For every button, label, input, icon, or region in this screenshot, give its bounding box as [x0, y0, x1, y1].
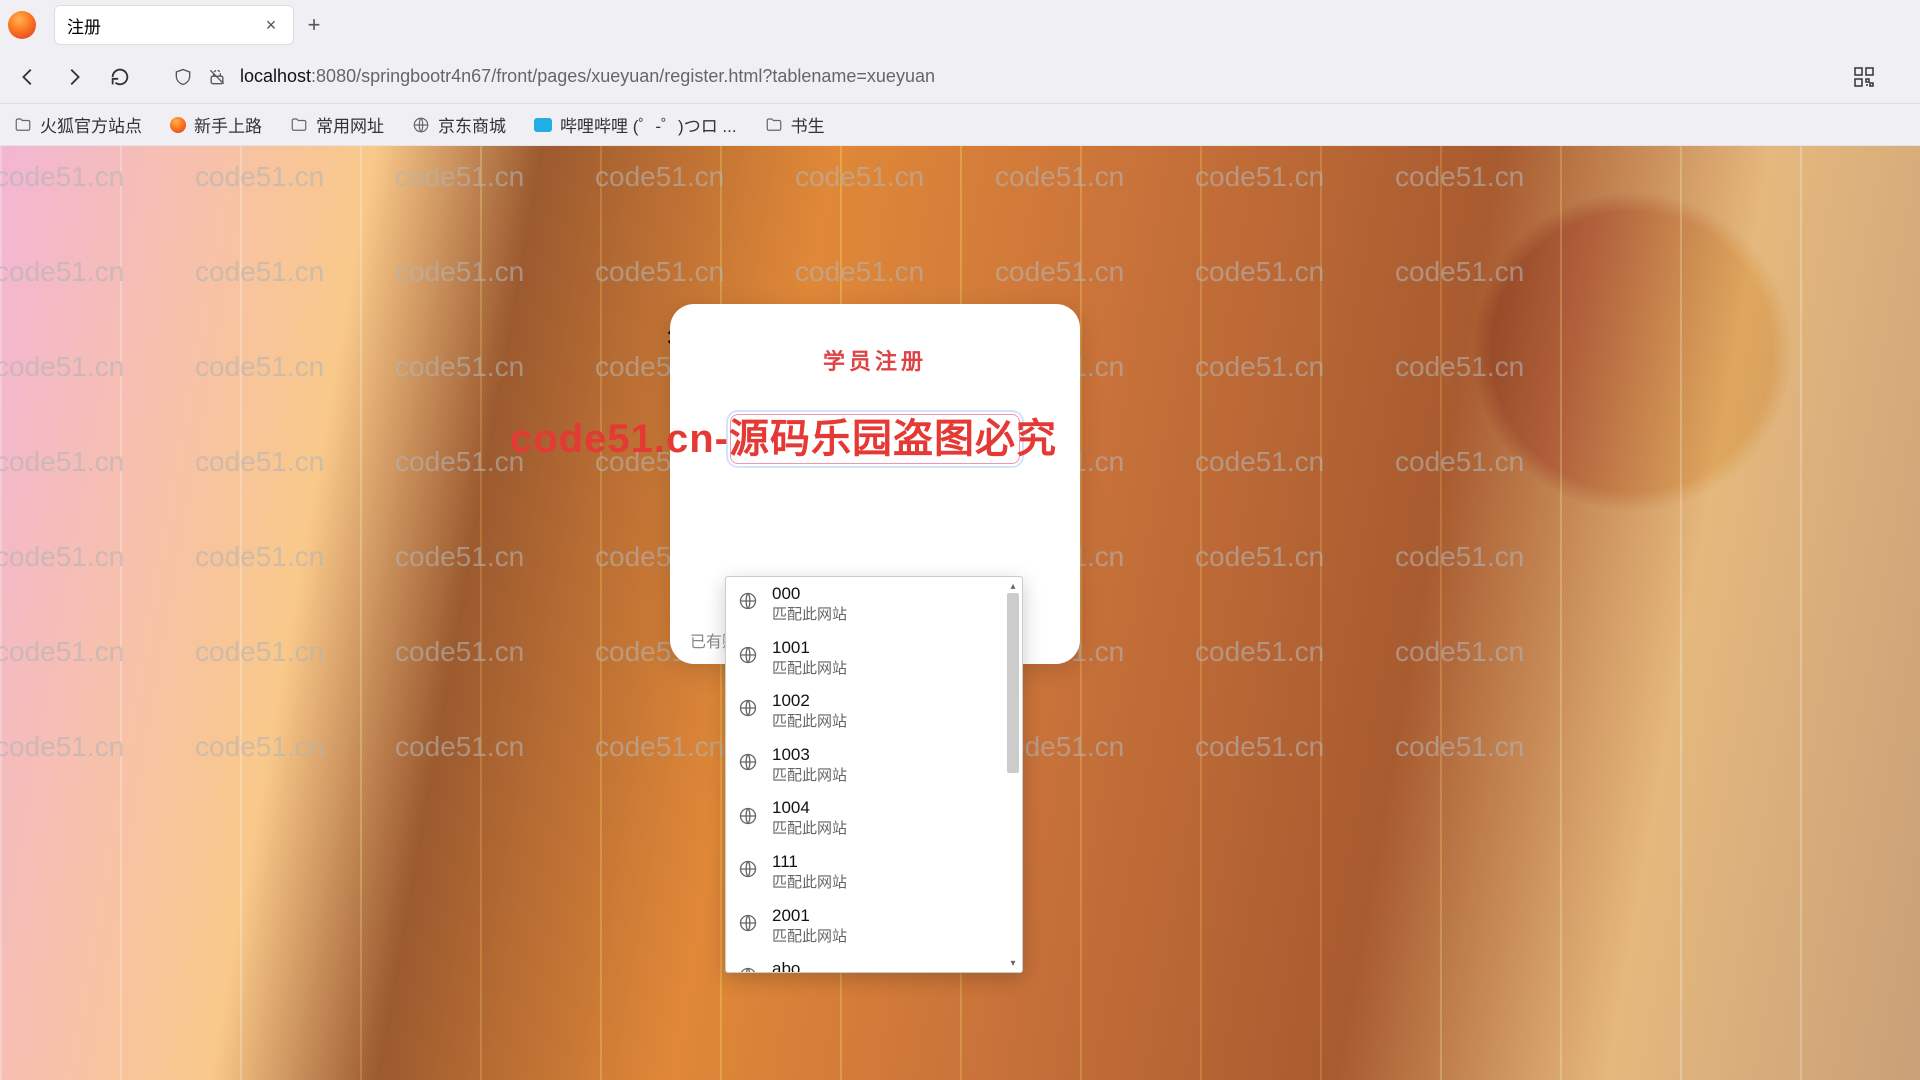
autocomplete-value: 1001 [772, 637, 847, 659]
autocomplete-list: 000匹配此网站1001匹配此网站1002匹配此网站1003匹配此网站1004匹… [726, 577, 1022, 972]
shield-icon[interactable] [172, 66, 194, 88]
browser-tab[interactable]: 注册 × [54, 5, 294, 45]
autocomplete-match-label: 匹配此网站 [772, 927, 847, 947]
new-tab-button[interactable]: + [302, 13, 326, 37]
autocomplete-match-label: 匹配此网站 [772, 766, 847, 786]
bookmark-item[interactable]: 常用网址 [290, 112, 384, 137]
autocomplete-item[interactable]: 1003匹配此网站 [726, 738, 1022, 792]
lock-icon[interactable] [206, 66, 228, 88]
autocomplete-value: 000 [772, 583, 847, 605]
url-text: localhost:8080/springbootr4n67/front/pag… [240, 66, 935, 87]
autocomplete-item[interactable]: 2001匹配此网站 [726, 899, 1022, 953]
globe-icon [738, 752, 758, 777]
close-icon[interactable]: × [261, 15, 281, 35]
autocomplete-item[interactable]: abo匹配此网站 [726, 952, 1022, 972]
page-viewport: code51.cncode51.cncode51.cncode51.cncode… [0, 146, 1920, 1080]
folder-icon [765, 116, 783, 134]
bookmark-item[interactable]: 哔哩哔哩 (゜-゜)つロ ... [534, 112, 737, 137]
autocomplete-value: 2001 [772, 905, 847, 927]
bookmark-label: 京东商城 [438, 112, 506, 137]
bookmark-label: 新手上路 [194, 112, 262, 137]
autocomplete-value: 1004 [772, 797, 847, 819]
username-input[interactable] [730, 414, 1020, 464]
scrollbar[interactable]: ▴ ▾ [1006, 579, 1020, 970]
address-bar[interactable]: localhost:8080/springbootr4n67/front/pag… [152, 65, 1906, 89]
reload-button[interactable] [106, 63, 134, 91]
autocomplete-value: 1002 [772, 690, 847, 712]
globe-icon [738, 966, 758, 972]
globe-icon [738, 913, 758, 938]
scroll-down-icon[interactable]: ▾ [1006, 956, 1020, 970]
firefox-icon [170, 117, 186, 133]
autocomplete-item[interactable]: 1002匹配此网站 [726, 684, 1022, 738]
forward-button[interactable] [60, 63, 88, 91]
back-button[interactable] [14, 63, 42, 91]
globe-icon [738, 806, 758, 831]
folder-icon [14, 116, 32, 134]
bilibili-icon [534, 118, 552, 132]
qr-icon[interactable] [1852, 65, 1876, 89]
bookmark-item[interactable]: 京东商城 [412, 112, 506, 137]
globe-icon [738, 645, 758, 670]
bookmarks-bar: 火狐官方站点 新手上路 常用网址 京东商城 哔哩哔哩 (゜-゜)つロ ... 书生 [0, 104, 1920, 146]
bookmark-label: 哔哩哔哩 (゜-゜)つロ ... [560, 112, 737, 137]
bookmark-item[interactable]: 书生 [765, 112, 825, 137]
bookmark-label: 书生 [791, 112, 825, 137]
autocomplete-match-label: 匹配此网站 [772, 819, 847, 839]
card-title: 学员注册 [700, 344, 1050, 376]
folder-icon [290, 116, 308, 134]
autocomplete-value: 111 [772, 851, 847, 873]
scrollbar-thumb[interactable] [1007, 593, 1019, 773]
globe-icon [738, 698, 758, 723]
globe-icon [412, 116, 430, 134]
bookmark-item[interactable]: 火狐官方站点 [14, 112, 142, 137]
autocomplete-value: abo [772, 958, 847, 972]
autocomplete-match-label: 匹配此网站 [772, 659, 847, 679]
firefox-logo-icon [8, 11, 36, 39]
tab-title: 注册 [67, 13, 101, 38]
autocomplete-item[interactable]: 111匹配此网站 [726, 845, 1022, 899]
bookmark-label: 火狐官方站点 [40, 112, 142, 137]
autocomplete-item[interactable]: 000匹配此网站 [726, 577, 1022, 631]
autocomplete-item[interactable]: 1001匹配此网站 [726, 631, 1022, 685]
autocomplete-match-label: 匹配此网站 [772, 873, 847, 893]
autocomplete-dropdown: 000匹配此网站1001匹配此网站1002匹配此网站1003匹配此网站1004匹… [725, 576, 1023, 973]
autocomplete-value: 1003 [772, 744, 847, 766]
nav-bar: localhost:8080/springbootr4n67/front/pag… [0, 50, 1920, 104]
autocomplete-item[interactable]: 1004匹配此网站 [726, 791, 1022, 845]
bookmark-item[interactable]: 新手上路 [170, 112, 262, 137]
bookmark-label: 常用网址 [316, 112, 384, 137]
browser-chrome: 注册 × + localhost:8080/springbootr4n67/fr… [0, 0, 1920, 146]
scroll-up-icon[interactable]: ▴ [1006, 579, 1020, 593]
globe-icon [738, 859, 758, 884]
globe-icon [738, 591, 758, 616]
autocomplete-match-label: 匹配此网站 [772, 605, 847, 625]
autocomplete-match-label: 匹配此网站 [772, 712, 847, 732]
tab-strip: 注册 × + [0, 0, 1920, 50]
